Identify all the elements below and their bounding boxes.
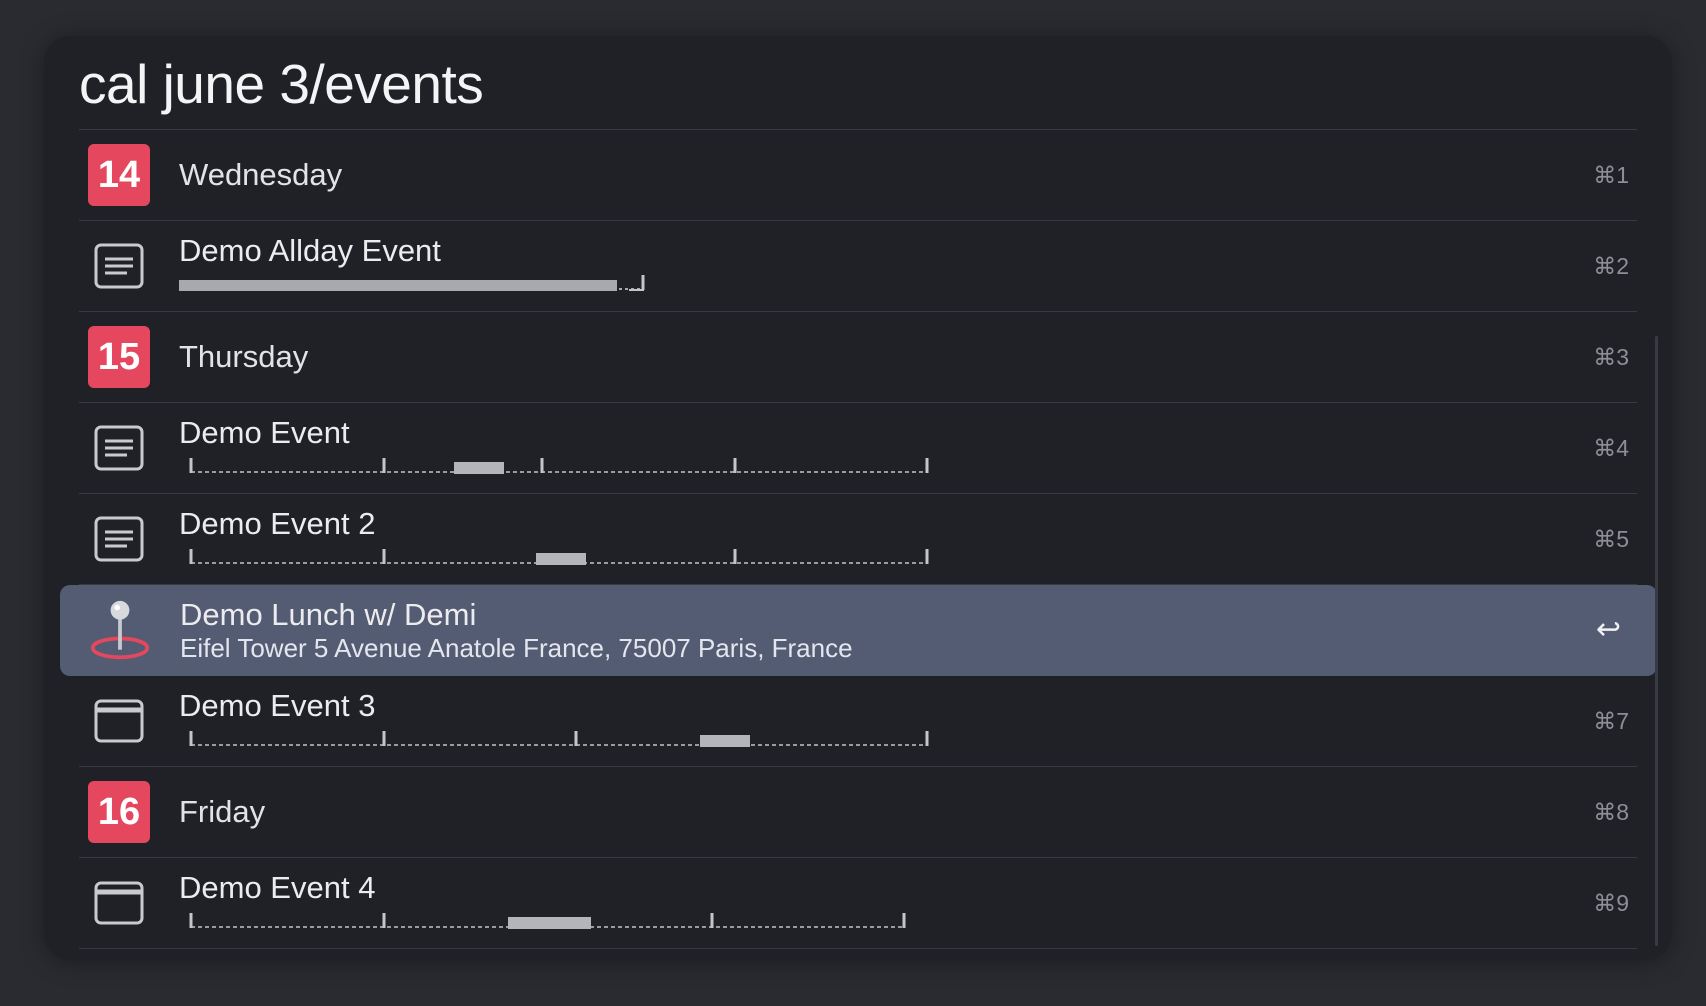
event-timeline [189, 913, 906, 929]
shortcut-hint: ⌘9 [1593, 890, 1629, 916]
date-badge: 15 [88, 326, 150, 388]
day-label: Friday [179, 794, 266, 829]
calendar-date-icon: 15 [88, 326, 150, 388]
note-icon [88, 235, 150, 297]
event-row-demo-event-3[interactable]: Demo Event 3 ⌘7 [79, 676, 1637, 767]
event-row-demo-lunch-selected[interactable]: Demo Lunch w/ Demi Eifel Tower 5 Avenue … [60, 585, 1657, 676]
event-location: Eifel Tower 5 Avenue Anatole France, 750… [180, 633, 853, 663]
event-timeline [189, 458, 929, 474]
event-row-demo-event[interactable]: Demo Event ⌘4 [79, 403, 1637, 494]
shortcut-hint: ⌘4 [1593, 435, 1629, 461]
window-icon [88, 690, 150, 752]
events-panel: cal june 3/events 14 Wednesday ⌘1 Demo A… [44, 36, 1672, 960]
event-timeline [189, 549, 929, 565]
event-timeline [189, 731, 929, 747]
calendar-date-icon: 16 [88, 781, 150, 843]
day-label: Wednesday [179, 157, 343, 192]
map-pin-icon [89, 599, 151, 661]
event-title: Demo Event 2 [179, 506, 376, 541]
shortcut-hint: ⌘7 [1593, 708, 1629, 734]
event-row-demo-allday-event[interactable]: Demo Allday Event ⌘2 [79, 221, 1637, 312]
event-title: Demo Event 4 [179, 870, 376, 905]
window-icon [88, 872, 150, 934]
shortcut-hint: ⌘5 [1593, 526, 1629, 552]
event-title: Demo Lunch w/ Demi [180, 597, 477, 632]
day-row-friday[interactable]: 16 Friday ⌘8 [79, 767, 1637, 858]
event-title: Demo Event 3 [179, 688, 376, 723]
event-title: Demo Allday Event [179, 233, 441, 268]
shortcut-hint: ⌘8 [1593, 799, 1629, 825]
return-key-icon: ↩ [1595, 613, 1621, 646]
date-badge: 14 [88, 144, 150, 206]
event-timeline [179, 275, 645, 291]
event-row-demo-event-4[interactable]: Demo Event 4 ⌘9 [79, 858, 1637, 949]
day-label: Thursday [179, 339, 309, 374]
date-badge: 16 [88, 781, 150, 843]
event-row-demo-event-2[interactable]: Demo Event 2 ⌘5 [79, 494, 1637, 585]
shortcut-hint: ⌘2 [1593, 253, 1629, 279]
day-row-thursday[interactable]: 15 Thursday ⌘3 [79, 312, 1637, 403]
shortcut-hint: ⌘3 [1593, 344, 1629, 370]
event-list: 14 Wednesday ⌘1 Demo Allday Event ⌘2 15 … [44, 130, 1672, 949]
calendar-date-icon: 14 [88, 144, 150, 206]
scrollbar[interactable] [1655, 336, 1658, 946]
day-row-wednesday[interactable]: 14 Wednesday ⌘1 [79, 130, 1637, 221]
note-icon [88, 508, 150, 570]
shortcut-hint: ⌘1 [1593, 162, 1629, 188]
page-title: cal june 3/events [79, 53, 484, 115]
note-icon [88, 417, 150, 479]
event-title: Demo Event [179, 415, 350, 450]
